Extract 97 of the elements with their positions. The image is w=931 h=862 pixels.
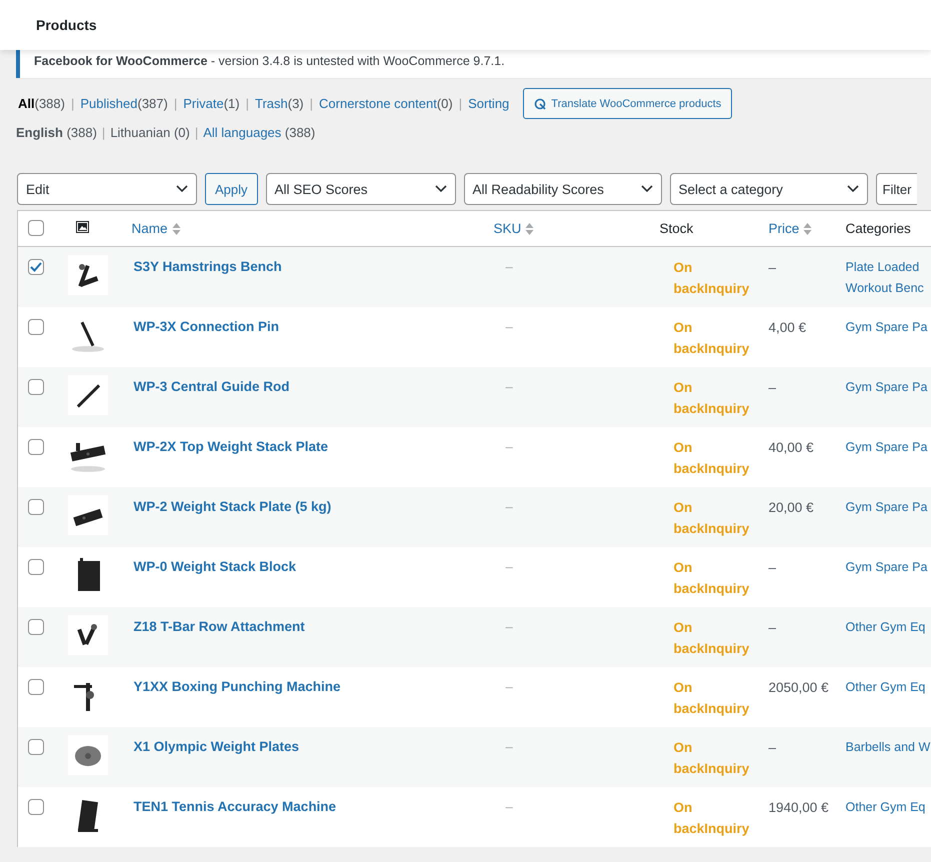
stock-status: On backInquiry xyxy=(674,498,750,538)
stock-status: On backInquiry xyxy=(674,738,750,778)
select-all-checkbox[interactable] xyxy=(28,220,44,236)
language-filter-link[interactable]: Lithuanian (0) xyxy=(110,125,190,140)
translate-button[interactable]: Translate WooCommerce products xyxy=(523,88,732,119)
apply-button[interactable]: Apply xyxy=(205,173,258,205)
status-filter-link[interactable]: Trash(3) xyxy=(254,96,304,111)
chevron-icon xyxy=(434,185,447,193)
product-name-link[interactable]: WP-2X Top Weight Stack Plate xyxy=(134,438,328,454)
sku-value: – xyxy=(506,498,513,514)
sku-value: – xyxy=(506,618,513,634)
price-value: 2050,00 € xyxy=(768,678,830,696)
category-link[interactable]: Plate Loaded xyxy=(846,257,930,278)
row-checkbox[interactable] xyxy=(28,498,44,514)
stock-status: On backInquiry xyxy=(674,318,750,358)
sku-value: – xyxy=(506,259,513,274)
sku-value: – xyxy=(506,738,513,754)
stock-status: On backInquiry xyxy=(674,558,750,598)
translate-icon xyxy=(534,98,546,110)
row-checkbox[interactable] xyxy=(28,798,44,814)
stock-status: On backInquiry xyxy=(674,378,750,418)
product-name-link[interactable]: Z18 T-Bar Row Attachment xyxy=(134,618,305,634)
sort-icon[interactable] xyxy=(172,222,181,236)
column-header: Stock xyxy=(660,221,694,236)
page-title: Products xyxy=(36,17,97,33)
stock-status: On backInquiry xyxy=(674,618,750,658)
category-dropdown[interactable]: Select a category xyxy=(670,173,868,205)
price-value: 1940,00 € xyxy=(768,798,830,816)
price-value: 20,00 € xyxy=(768,498,815,516)
separator: | xyxy=(194,125,198,140)
language-filter-link[interactable]: All languages (388) xyxy=(203,125,316,140)
category-link[interactable]: Other Gym Eq xyxy=(846,796,930,818)
price-value: 40,00 € xyxy=(768,438,815,456)
chevron-icon xyxy=(640,185,653,193)
sku-value: – xyxy=(506,558,513,574)
price-value: 4,00 € xyxy=(768,318,808,336)
row-checkbox[interactable] xyxy=(28,378,44,394)
language-filter-link[interactable]: English (388) xyxy=(16,125,97,140)
status-filter-link[interactable]: Published(387) xyxy=(80,96,168,111)
column-header: Categories xyxy=(846,221,911,236)
column-sort-link[interactable]: Name xyxy=(132,221,168,236)
bulk-action-dropdown[interactable]: Edit xyxy=(17,173,197,205)
price-value: – xyxy=(768,259,778,277)
stock-status: On backInquiry xyxy=(674,438,750,478)
price-value: – xyxy=(768,378,778,396)
chevron-icon xyxy=(846,185,859,193)
stock-status: On backInquiry xyxy=(674,259,750,298)
product-name-link[interactable]: WP-3X Connection Pin xyxy=(134,318,280,334)
notice-text: Facebook for WooCommerce - version 3.4.8 is untested with WooCommerce 9.7.1. xyxy=(34,53,505,70)
seo-score-dropdown[interactable]: All SEO Scores xyxy=(266,173,456,205)
category-link[interactable]: Gym Spare Pa xyxy=(846,316,930,338)
readability-dropdown[interactable]: All Readability Scores xyxy=(464,173,662,205)
separator: | xyxy=(246,96,249,111)
row-checkbox[interactable] xyxy=(28,259,44,275)
status-filter-link[interactable]: Private(1) xyxy=(183,96,240,111)
category-link[interactable]: Other Gym Eq xyxy=(846,676,930,698)
product-name-link[interactable]: WP-2 Weight Stack Plate (5 kg) xyxy=(134,498,332,514)
stock-status: On backInquiry xyxy=(674,678,750,718)
row-checkbox[interactable] xyxy=(28,678,44,694)
separator: | xyxy=(70,96,74,111)
price-value: – xyxy=(768,558,778,576)
filter-button[interactable]: Filter xyxy=(876,173,918,205)
sort-icon[interactable] xyxy=(803,222,812,236)
sku-value: – xyxy=(506,678,513,694)
category-link[interactable]: Gym Spare Pa xyxy=(846,556,930,578)
product-name-link[interactable]: TEN1 Tennis Accuracy Machine xyxy=(134,798,336,814)
separator: | xyxy=(458,96,462,111)
product-name-link[interactable]: X1 Olympic Weight Plates xyxy=(134,738,300,754)
row-checkbox[interactable] xyxy=(28,558,44,574)
product-name-link[interactable]: Y1XX Boxing Punching Machine xyxy=(134,678,341,694)
chevron-icon xyxy=(176,185,188,193)
row-checkbox[interactable] xyxy=(28,738,44,754)
product-name-link[interactable]: WP-0 Weight Stack Block xyxy=(134,558,296,574)
status-filter-link[interactable]: Cornerstone content(0) xyxy=(319,96,453,111)
sku-value: – xyxy=(506,798,513,814)
row-checkbox[interactable] xyxy=(28,318,44,334)
sort-icon[interactable] xyxy=(525,222,534,236)
sku-value: – xyxy=(506,378,513,394)
row-checkbox[interactable] xyxy=(28,618,44,634)
image-icon xyxy=(76,221,88,233)
price-value: – xyxy=(768,618,778,636)
price-value: – xyxy=(768,738,778,756)
category-link[interactable]: Gym Spare Pa xyxy=(846,436,930,458)
status-filter-link[interactable]: All(388) xyxy=(18,96,65,111)
status-filter-link[interactable]: Sorting xyxy=(468,96,510,111)
product-name-link[interactable]: S3Y Hamstrings Bench xyxy=(134,259,282,274)
sku-value: – xyxy=(506,318,513,334)
row-checkbox[interactable] xyxy=(28,438,44,454)
separator: | xyxy=(310,96,314,111)
sku-value: – xyxy=(506,438,513,454)
stock-status: On backInquiry xyxy=(674,798,750,838)
product-name-link[interactable]: WP-3 Central Guide Rod xyxy=(134,378,290,394)
category-link[interactable]: Workout Benc xyxy=(846,278,930,299)
column-sort-link[interactable]: Price xyxy=(768,221,800,236)
column-sort-link[interactable]: SKU xyxy=(494,221,522,236)
separator: | xyxy=(174,96,178,111)
separator: | xyxy=(102,125,106,140)
